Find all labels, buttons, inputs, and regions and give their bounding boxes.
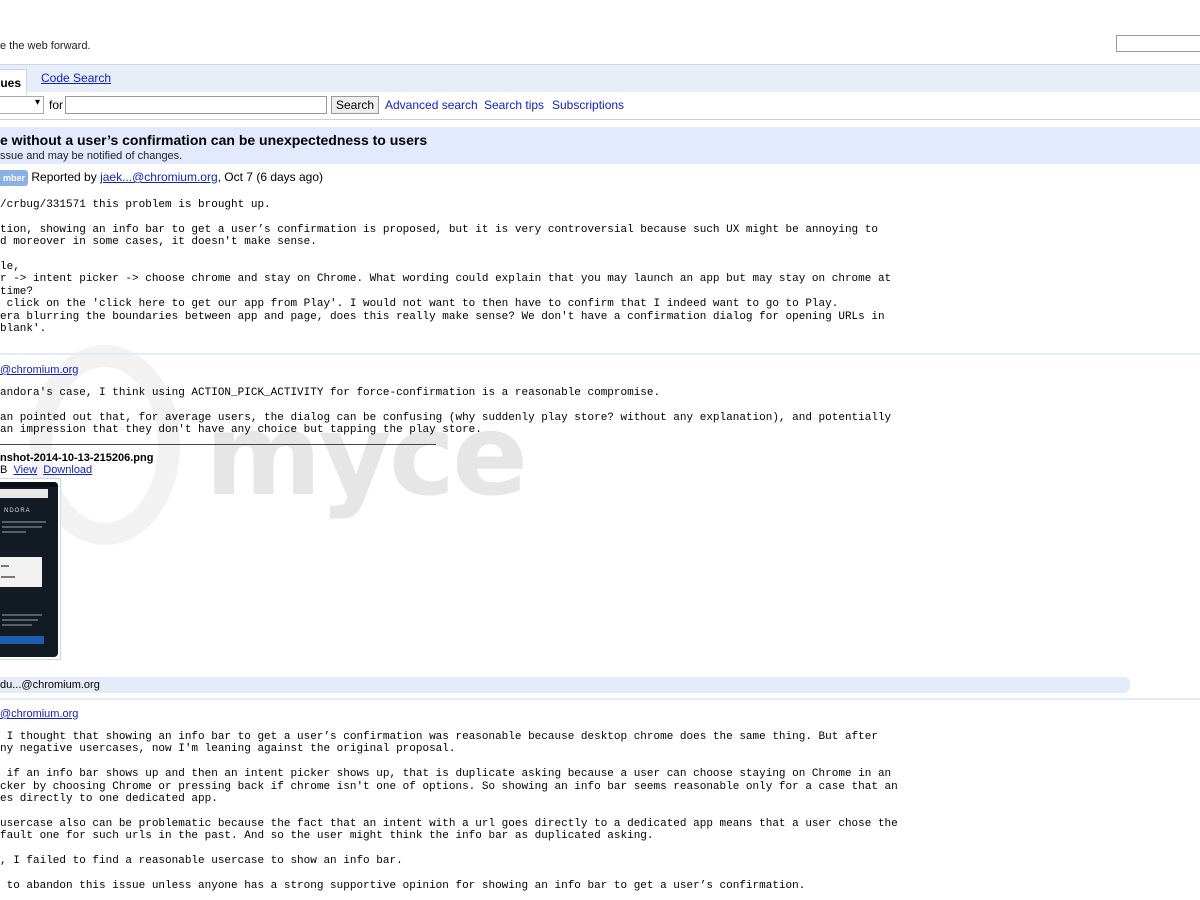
advanced-search-link[interactable]: Advanced search: [385, 98, 478, 112]
attachment-size: B: [0, 464, 8, 476]
reported-by-label: Reported by: [31, 170, 97, 185]
tab-code-search[interactable]: Code Search: [41, 71, 111, 85]
phone-dialog-line: [1, 565, 9, 567]
search-query-input[interactable]: [65, 96, 327, 114]
issue-star-notice: ssue and may be notified of changes.: [0, 150, 183, 162]
attachment-meta: B View Download: [0, 464, 92, 476]
comment-divider: [0, 353, 1200, 355]
search-tips-link[interactable]: Search tips: [484, 98, 544, 112]
project-search-input[interactable]: [1116, 35, 1200, 52]
phone-brand-text: NDORA: [4, 508, 31, 514]
cc-update-bar: du...@chromium.org: [0, 677, 1130, 693]
attachment-download-link[interactable]: Download: [43, 464, 92, 476]
phone-screenshot-image: NDORA: [0, 482, 58, 657]
site-tagline: e the web forward.: [0, 40, 91, 52]
issue-header: e without a user’s confirmation can be u…: [0, 127, 1200, 164]
comment-divider: [0, 698, 1200, 700]
member-badge: mber: [0, 170, 29, 186]
report-date: , Oct 7 (6 days ago): [217, 170, 324, 185]
search-scope-select[interactable]: ▾: [0, 96, 44, 114]
issue-description: /crbug/331571 this problem is brought up…: [0, 199, 892, 336]
phone-text-line: [2, 531, 26, 533]
phone-dialog-line: [1, 576, 15, 578]
attachment-view-link[interactable]: View: [13, 464, 37, 476]
subscriptions-link[interactable]: Subscriptions: [552, 98, 624, 112]
attachment-separator: [0, 444, 436, 445]
phone-text-line: [2, 521, 46, 523]
phone-text-line: [2, 614, 42, 616]
for-label: for: [49, 98, 64, 112]
comment-author-link[interactable]: @chromium.org: [0, 364, 78, 376]
phone-status-bar: [0, 482, 58, 487]
phone-text-line: [2, 619, 38, 621]
cc-text: du...@chromium.org: [0, 679, 100, 691]
phone-url-bar: [0, 489, 48, 498]
attachment-thumbnail[interactable]: NDORA: [0, 478, 61, 660]
reporter-line: mber Reported by jaek...@chromium.org, O…: [0, 170, 323, 186]
issue-search-bar: ▾ for Search Advanced search Search tips…: [0, 91, 1200, 120]
phone-text-line: [2, 624, 32, 626]
phone-text-line: [2, 526, 42, 528]
phone-download-button: [0, 636, 44, 644]
main-tab-bar: ues Code Search: [0, 64, 1200, 95]
comment-body: I thought that showing an info bar to ge…: [0, 731, 898, 892]
comment-body: andora's case, I think using ACTION_PICK…: [0, 387, 892, 437]
reporter-link[interactable]: jaek...@chromium.org: [100, 170, 218, 184]
attachment-filename: nshot-2014-10-13-215206.png: [0, 452, 154, 464]
issue-title: e without a user’s confirmation can be u…: [0, 132, 428, 148]
phone-intent-dialog: [0, 557, 42, 587]
search-button[interactable]: Search: [331, 96, 380, 114]
comment-author-link[interactable]: @chromium.org: [0, 708, 78, 720]
